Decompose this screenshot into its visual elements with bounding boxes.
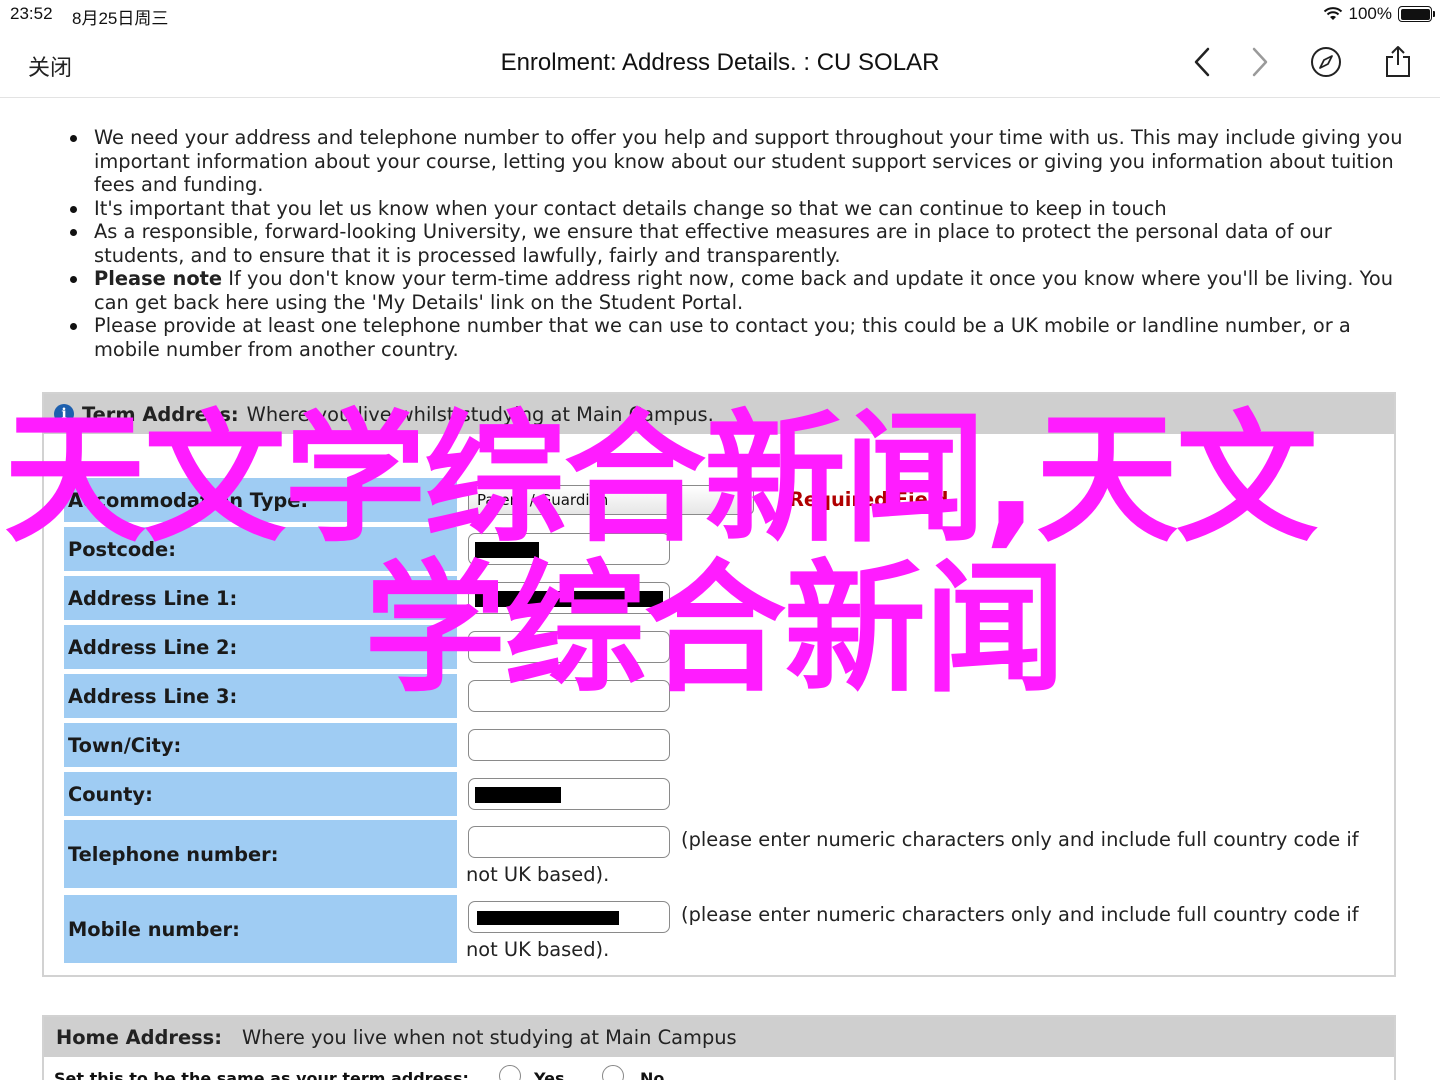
wifi-icon (1323, 7, 1342, 20)
bullet-item: It's important that you let us know when… (66, 197, 1406, 221)
share-icon[interactable] (1380, 44, 1416, 80)
home-address-panel: Home Address: Where you live when not st… (42, 1015, 1396, 1080)
page-title: Enrolment: Address Details. : CU SOLAR (500, 49, 940, 76)
bullet-item: We need your address and telephone numbe… (66, 126, 1406, 197)
battery-percent: 100% (1348, 4, 1392, 23)
mobile-note-cont: not UK based). (466, 938, 610, 961)
watermark-line-1: 天文学综合新闻,天文 (4, 397, 1318, 562)
forward-icon[interactable] (1242, 44, 1278, 80)
town-input[interactable] (468, 729, 670, 761)
bullet-item: As a responsible, forward-looking Univer… (66, 220, 1406, 267)
note-label: Please note (94, 267, 223, 290)
redacted-value (477, 911, 619, 925)
county-label: County: (64, 772, 457, 816)
watermark-line-2: 学综合新闻 (364, 547, 1066, 712)
status-date: 8月25日周三 (72, 9, 169, 28)
telephone-input[interactable] (468, 826, 670, 858)
home-address-heading: Home Address: (56, 1025, 222, 1049)
county-input[interactable] (468, 778, 670, 810)
telephone-label: Telephone number: (64, 820, 457, 888)
nav-bar: 关闭 Enrolment: Address Details. : CU SOLA… (0, 28, 1440, 98)
compass-icon[interactable] (1308, 44, 1344, 80)
status-bar: 23:52 8月25日周三 100% (0, 0, 1440, 28)
status-right: 100% (1323, 4, 1435, 24)
back-icon[interactable] (1184, 44, 1220, 80)
bullet-item-note: Please note If you don't know your term-… (66, 267, 1406, 314)
same-address-no-radio[interactable] (602, 1065, 624, 1080)
mobile-label: Mobile number: (64, 895, 457, 963)
mobile-note: (please enter numeric characters only an… (681, 903, 1359, 926)
bullet-item: Please provide at least one telephone nu… (66, 314, 1406, 361)
town-label: Town/City: (64, 723, 457, 767)
home-address-header: Home Address: Where you live when not st… (44, 1017, 1394, 1057)
same-address-yes-label: Yes (534, 1069, 565, 1080)
same-address-question: Set this to be the same as your term add… (54, 1069, 469, 1080)
intro-bullet-list: We need your address and telephone numbe… (66, 126, 1406, 361)
same-address-no-label: No (640, 1069, 665, 1080)
telephone-note-cont: not UK based). (466, 863, 610, 886)
mobile-input[interactable] (468, 901, 670, 933)
note-text: If you don't know your term-time address… (94, 267, 1394, 314)
same-address-yes-radio[interactable] (499, 1065, 521, 1080)
telephone-note: (please enter numeric characters only an… (681, 828, 1359, 851)
redacted-value (475, 787, 561, 803)
battery-icon (1398, 6, 1435, 22)
home-address-subheading: Where you live when not studying at Main… (241, 1025, 737, 1049)
status-time: 23:52 (10, 4, 53, 23)
